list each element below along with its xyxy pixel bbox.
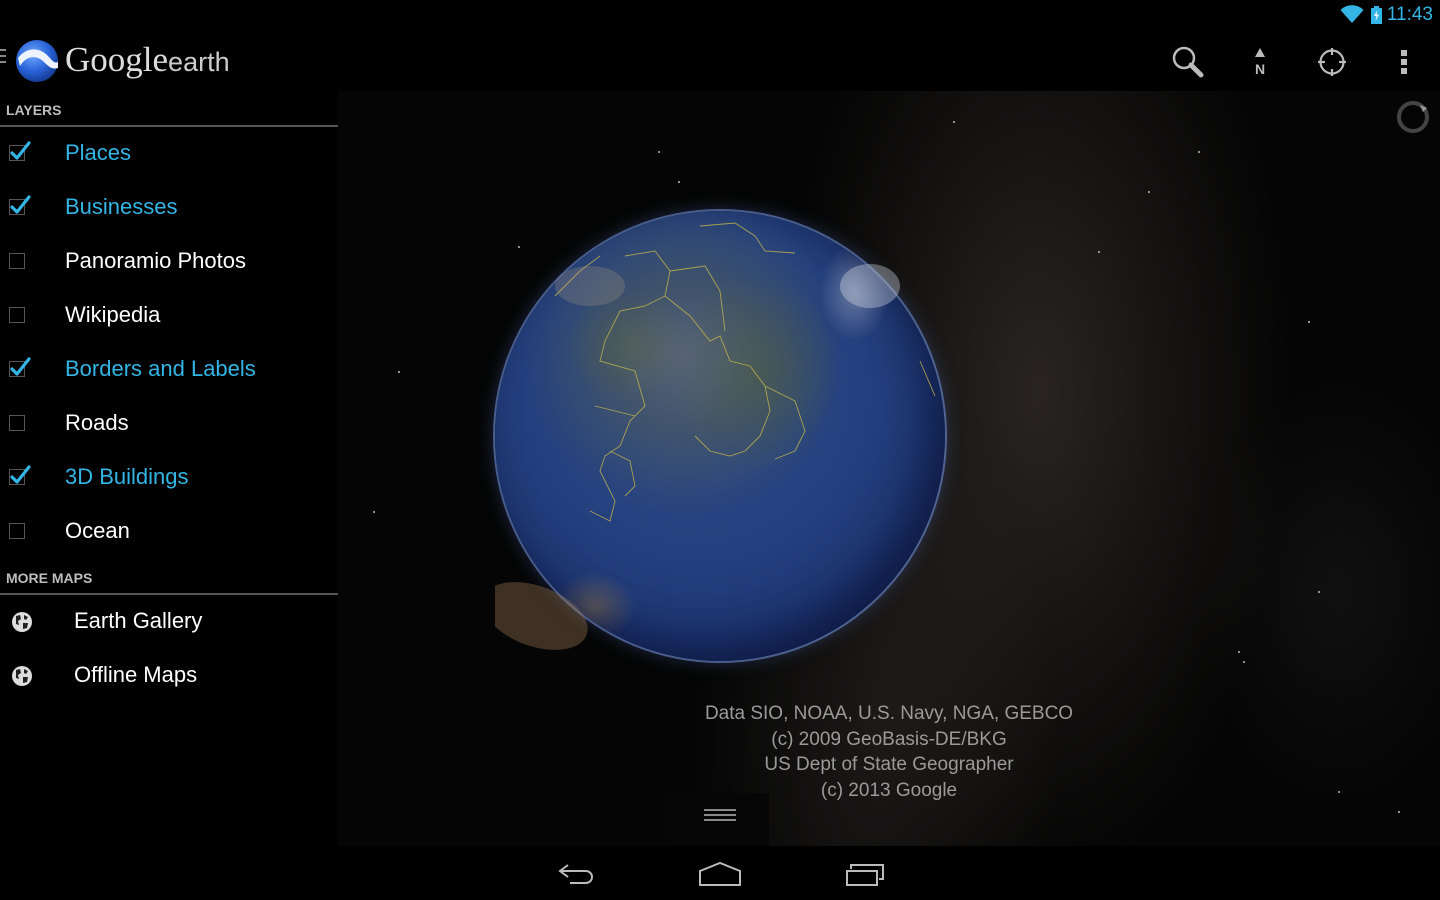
- checkmark-icon: [10, 465, 31, 484]
- svg-text:N: N: [1255, 61, 1265, 77]
- star: [953, 121, 955, 123]
- app-title-earth: earth: [168, 47, 230, 77]
- back-icon: [558, 864, 593, 884]
- more-maps-label: Offline Maps: [74, 662, 198, 687]
- globe-icon: [12, 666, 32, 686]
- star: [1238, 651, 1240, 653]
- borders-overlay: [495, 222, 936, 650]
- clock: 11:43: [1386, 4, 1433, 25]
- north-button[interactable]: N: [1238, 40, 1282, 84]
- checkbox-unchecked[interactable]: [9, 415, 25, 431]
- layer-item-borders-and-labels[interactable]: Borders and Labels: [0, 343, 338, 397]
- attribution-line: Data SIO, NOAA, U.S. Navy, NGA, GEBCO: [704, 703, 1074, 724]
- compass-north-icon: N: [1255, 48, 1265, 77]
- status-bar: 11:43: [0, 0, 1440, 30]
- search-button[interactable]: [1166, 40, 1210, 84]
- back-button[interactable]: [546, 856, 606, 892]
- drag-handle-icon: [704, 809, 736, 811]
- more-maps-item-offline-maps[interactable]: Offline Maps: [0, 649, 338, 703]
- globe-icon: [12, 612, 32, 632]
- google-earth-logo[interactable]: [14, 38, 60, 84]
- attribution: Data SIO, NOAA, U.S. Navy, NGA, GEBCO (c…: [338, 701, 1440, 803]
- star: [1308, 321, 1310, 323]
- layer-item-wikipedia[interactable]: Wikipedia: [0, 289, 338, 343]
- star: [398, 371, 400, 373]
- checkmark-icon: [10, 195, 31, 214]
- layer-item-businesses[interactable]: Businesses: [0, 181, 338, 235]
- layer-label: Ocean: [65, 518, 130, 543]
- more-maps-header: MORE MAPS: [6, 570, 93, 586]
- star: [373, 511, 375, 513]
- attribution-line: US Dept of State Geographer: [764, 754, 1014, 775]
- navigation-bar: [0, 846, 1440, 900]
- layers-header: LAYERS: [6, 102, 62, 118]
- spinner-icon: [1397, 101, 1429, 133]
- checkbox-checked[interactable]: [9, 141, 31, 161]
- search-icon: [1172, 46, 1204, 78]
- action-bar: Googleearth N: [0, 30, 1440, 91]
- star: [1398, 811, 1400, 813]
- attribution-line: (c) 2013 Google: [820, 779, 958, 801]
- drag-handle-icon-line: [704, 814, 736, 816]
- layers-drawer: LAYERS Places Businesses Panoramio Photos W…: [0, 91, 338, 846]
- checkmark-icon: [10, 141, 31, 160]
- layer-label: Places: [65, 140, 132, 165]
- checkbox-unchecked[interactable]: [9, 307, 25, 323]
- my-location-button[interactable]: [1310, 40, 1354, 84]
- layer-item-3d-buildings[interactable]: 3D Buildings: [0, 451, 338, 505]
- crosshair-icon: [1318, 48, 1346, 76]
- overflow-menu-button[interactable]: [1382, 40, 1426, 84]
- checkmark-icon: [10, 357, 31, 376]
- drawer-handle[interactable]: [669, 793, 769, 846]
- layer-label: 3D Buildings: [65, 464, 189, 489]
- layer-item-roads[interactable]: Roads: [0, 397, 338, 451]
- drawer-indicator-icon[interactable]: [0, 49, 6, 67]
- wifi-icon: [1340, 5, 1364, 23]
- checkbox-unchecked[interactable]: [9, 523, 25, 539]
- star: [1318, 591, 1320, 593]
- attribution-line: (c) 2009 GeoBasis-DE/BKG: [771, 728, 1007, 750]
- more-vert-icon: [1401, 50, 1407, 74]
- layer-item-ocean[interactable]: Ocean: [0, 505, 338, 559]
- recents-icon: [846, 864, 884, 886]
- layer-label: Roads: [65, 410, 129, 435]
- layer-label: Borders and Labels: [65, 356, 256, 381]
- earth-viewport[interactable]: Data SIO, NOAA, U.S. Navy, NGA, GEBCO (c…: [338, 91, 1440, 846]
- checkbox-checked[interactable]: [9, 465, 31, 485]
- more-maps-label: Earth Gallery: [74, 608, 203, 633]
- app-title-google: Google: [65, 40, 169, 79]
- checkbox-checked[interactable]: [9, 195, 31, 215]
- earth-globe[interactable]: [495, 211, 945, 661]
- home-icon: [699, 861, 741, 886]
- checkbox-checked[interactable]: [9, 357, 31, 377]
- recent-apps-button[interactable]: [836, 856, 896, 892]
- home-button[interactable]: [690, 856, 750, 892]
- layer-label: Businesses: [65, 194, 178, 219]
- layer-item-places[interactable]: Places: [0, 127, 338, 181]
- star: [1198, 151, 1200, 153]
- star: [1098, 251, 1100, 253]
- star: [658, 151, 660, 153]
- checkbox-unchecked[interactable]: [9, 253, 25, 269]
- more-maps-item-earth-gallery[interactable]: Earth Gallery: [0, 595, 338, 649]
- star: [1243, 661, 1245, 663]
- battery-charging-icon: [1371, 6, 1382, 24]
- app-title: Googleearth: [65, 40, 230, 80]
- star: [1148, 191, 1150, 193]
- layer-item-panoramio-photos[interactable]: Panoramio Photos: [0, 235, 338, 289]
- layer-label: Panoramio Photos: [65, 248, 246, 273]
- drag-handle-icon-line: [704, 819, 736, 821]
- star: [678, 181, 680, 183]
- layer-label: Wikipedia: [65, 302, 161, 327]
